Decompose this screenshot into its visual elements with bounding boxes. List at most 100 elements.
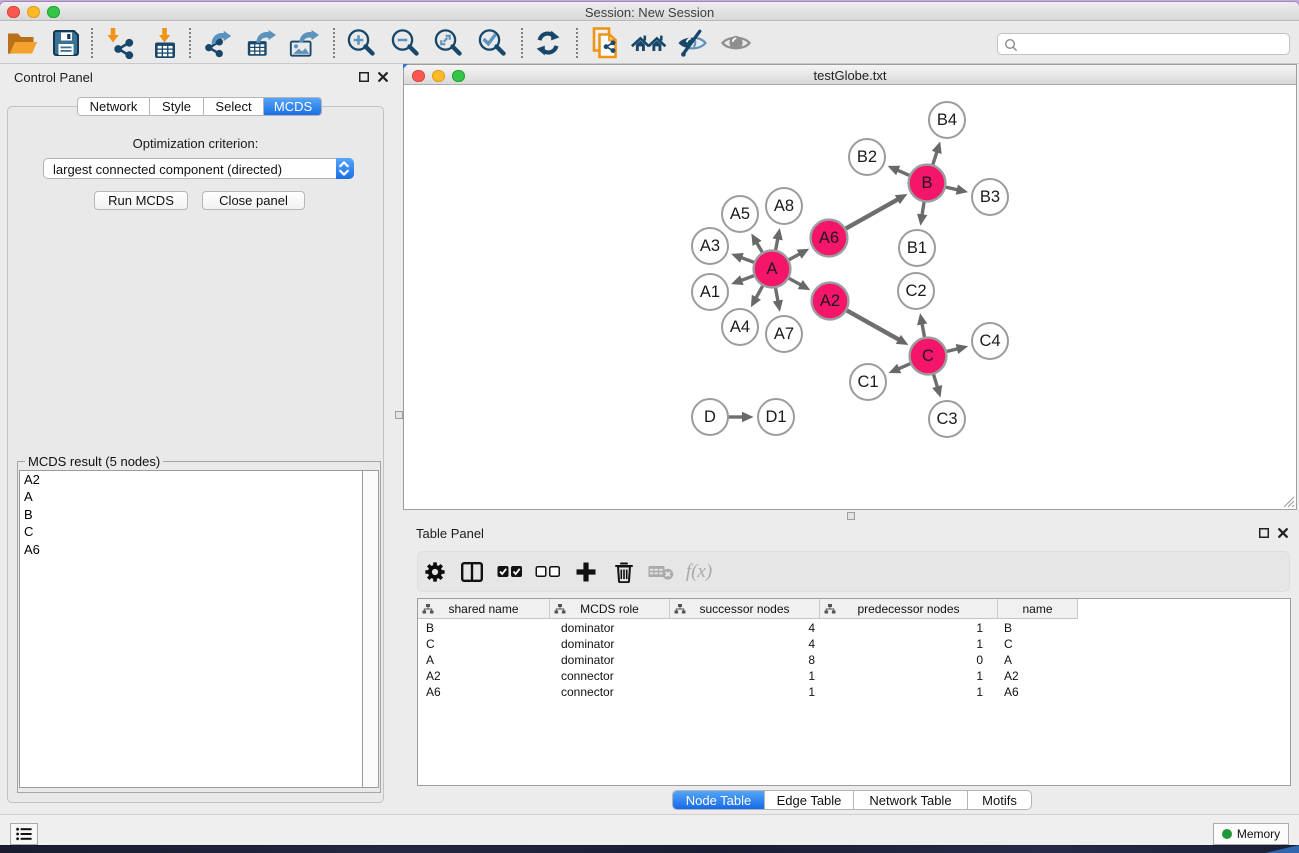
tab-mcds[interactable]: MCDS [264, 98, 322, 115]
edge-B-B3[interactable] [945, 187, 958, 190]
tab-edge-table[interactable]: Edge Table [765, 791, 854, 809]
graph-node-B2[interactable]: B2 [849, 139, 885, 175]
table-row-C[interactable]: Cdominator41C [418, 636, 1290, 652]
table-row-B[interactable]: Bdominator41B [418, 620, 1290, 636]
table-row-A[interactable]: Adominator80A [418, 652, 1290, 668]
edge-B-B2[interactable] [897, 170, 910, 176]
graph-node-A1[interactable]: A1 [692, 274, 728, 310]
zoom-in-icon[interactable] [345, 22, 377, 64]
add-column-icon[interactable] [574, 552, 598, 591]
edge-B-B1[interactable] [922, 201, 924, 215]
mcds-result-item[interactable]: A2 [20, 471, 362, 489]
tab-style[interactable]: Style [150, 98, 204, 115]
mcds-result-item[interactable]: A [20, 489, 362, 507]
graph-node-C4[interactable]: C4 [972, 323, 1008, 359]
task-history-button[interactable] [10, 823, 38, 845]
edge-A6-B[interactable] [845, 199, 898, 229]
mcds-result-item[interactable]: C [20, 524, 362, 542]
close-panel-button[interactable]: Close panel [202, 191, 305, 210]
close-panel-icon[interactable] [378, 72, 388, 82]
save-session-icon[interactable] [50, 22, 82, 64]
optimization-criterion-select[interactable]: largest connected component (directed) [43, 158, 354, 179]
graph-node-C3[interactable]: C3 [929, 401, 965, 437]
import-network-icon[interactable] [105, 22, 137, 64]
column-header-MCDS-role[interactable]: MCDS role [550, 599, 670, 618]
zoom-fit-icon[interactable] [432, 22, 464, 64]
tab-node-table[interactable]: Node Table [673, 791, 765, 809]
export-table-icon[interactable] [245, 22, 277, 64]
table-row-A2[interactable]: A2connector11A2 [418, 668, 1290, 684]
resize-grip-icon[interactable] [1283, 496, 1295, 508]
tab-select[interactable]: Select [204, 98, 264, 115]
graph-node-A6[interactable]: A6 [811, 220, 848, 257]
open-file-icon[interactable] [6, 22, 38, 64]
graph-node-D1[interactable]: D1 [758, 399, 794, 435]
mcds-result-item[interactable]: A6 [20, 541, 362, 559]
edge-C-C3[interactable] [933, 374, 937, 388]
graph-node-D[interactable]: D [692, 399, 728, 435]
edge-A-A6[interactable] [788, 254, 800, 260]
import-table-icon[interactable] [149, 22, 181, 64]
float-table-panel-icon[interactable] [1259, 528, 1269, 538]
edge-A-A8[interactable] [775, 238, 777, 250]
edge-A-A5[interactable] [757, 243, 763, 253]
tab-network[interactable]: Network [78, 98, 150, 115]
table-row-A6[interactable]: A6connector11A6 [418, 684, 1290, 700]
edge-A-A2[interactable] [788, 278, 801, 285]
edge-C-C4[interactable] [946, 349, 958, 352]
edge-C-C1[interactable] [898, 363, 911, 369]
graph-node-C1[interactable]: C1 [850, 364, 886, 400]
tab-network-table[interactable]: Network Table [854, 791, 968, 809]
table-options-icon[interactable] [423, 552, 447, 591]
duplicate-network-icon[interactable] [590, 22, 622, 64]
graph-node-A8[interactable]: A8 [766, 188, 802, 224]
column-header-successor-nodes[interactable]: successor nodes [670, 599, 820, 618]
run-mcds-button[interactable]: Run MCDS [94, 191, 188, 210]
column-header-shared-name[interactable]: shared name [418, 599, 550, 618]
show-all-icon[interactable] [720, 22, 752, 64]
edge-A2-C[interactable] [846, 310, 899, 340]
refresh-icon[interactable] [532, 22, 564, 64]
home-layout-icon[interactable] [631, 22, 667, 64]
frame-edge-handle-bottom[interactable] [847, 512, 855, 520]
edge-A-A1[interactable] [741, 275, 755, 280]
column-header-name[interactable]: name [998, 599, 1078, 618]
hide-unhide-icon[interactable] [676, 22, 708, 64]
search-input[interactable] [1022, 35, 1284, 53]
graph-node-A5[interactable]: A5 [722, 196, 758, 232]
network-graph[interactable]: A A1 A2 A3 A4 A5 A6 A7 A8 B B1 B2 B3 B4 C C1 C2 C3 C4 D D1 [404, 86, 1296, 509]
column-visibility-icon[interactable] [460, 552, 484, 591]
graph-node-B3[interactable]: B3 [972, 179, 1008, 215]
deselect-all-icon[interactable] [535, 552, 561, 591]
edge-A-A4[interactable] [756, 285, 763, 298]
graph-node-C[interactable]: C [910, 338, 947, 375]
delete-column-icon[interactable] [612, 552, 636, 591]
graph-node-B4[interactable]: B4 [929, 102, 965, 138]
zoom-selected-icon[interactable] [476, 22, 508, 64]
mcds-result-list[interactable]: A2ABCA6 [19, 470, 362, 788]
graph-node-B[interactable]: B [909, 165, 946, 202]
graph-node-A2[interactable]: A2 [812, 283, 849, 320]
graph-node-A4[interactable]: A4 [722, 309, 758, 345]
graph-node-A3[interactable]: A3 [692, 228, 728, 264]
frame-edge-handle-left[interactable] [395, 411, 403, 419]
edge-B-B4[interactable] [933, 151, 937, 165]
graph-node-A[interactable]: A [754, 251, 791, 288]
float-panel-icon[interactable] [359, 72, 369, 82]
mcds-result-scrollbar[interactable] [362, 470, 379, 788]
export-network-icon[interactable] [203, 22, 235, 64]
column-header-predecessor-nodes[interactable]: predecessor nodes [820, 599, 998, 618]
close-table-panel-icon[interactable] [1278, 528, 1288, 538]
mcds-result-item[interactable]: B [20, 506, 362, 524]
edge-A-A3[interactable] [741, 257, 755, 262]
export-image-icon[interactable] [288, 22, 320, 64]
memory-button[interactable]: Memory [1213, 823, 1289, 845]
edge-C-C2[interactable] [922, 323, 925, 337]
select-all-icon[interactable] [497, 552, 523, 591]
tab-motifs[interactable]: Motifs [968, 791, 1031, 809]
edge-A-A7[interactable] [775, 287, 778, 301]
graph-node-C2[interactable]: C2 [898, 273, 934, 309]
zoom-out-icon[interactable] [389, 22, 421, 64]
graph-node-A7[interactable]: A7 [766, 316, 802, 352]
graph-node-B1[interactable]: B1 [899, 230, 935, 266]
